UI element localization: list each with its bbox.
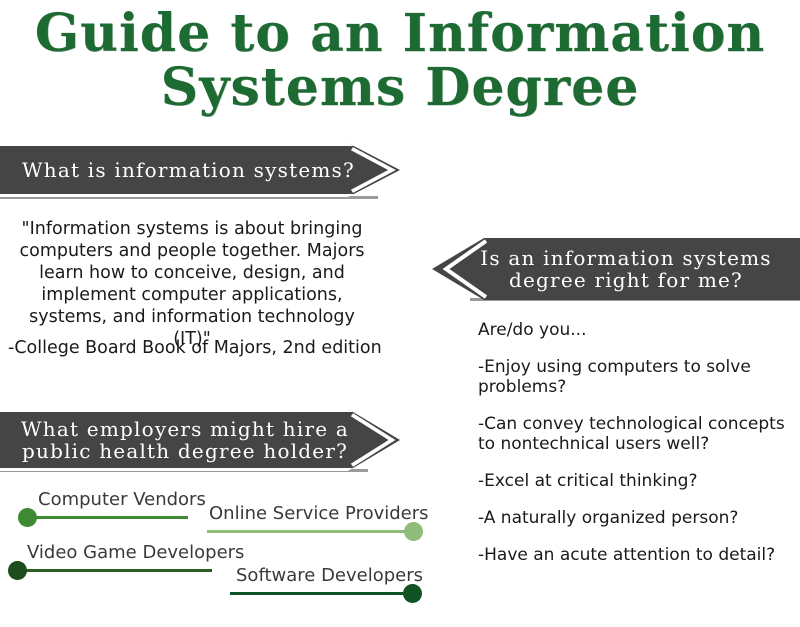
banner-what-is-information-systems: What is information systems? bbox=[0, 143, 400, 197]
employer-list: Computer Vendors Online Service Provider… bbox=[0, 480, 440, 610]
banner-edge-bottom bbox=[0, 194, 400, 197]
page-title-line-2: Systems Degree bbox=[0, 62, 800, 114]
employer-dot bbox=[8, 561, 27, 580]
employer-dot bbox=[18, 508, 37, 527]
employer-line bbox=[26, 516, 188, 519]
employer-label: Software Developers bbox=[236, 565, 424, 586]
employer-line bbox=[16, 569, 212, 572]
chevron-right-icon bbox=[350, 146, 396, 194]
checklist-item: -A naturally organized person? bbox=[478, 508, 739, 528]
chevron-right-icon bbox=[350, 412, 396, 468]
banner-edge-bottom bbox=[0, 468, 400, 471]
checklist-item: -Enjoy using computers to solve problems… bbox=[478, 357, 751, 397]
banner-edge-top bbox=[0, 409, 400, 412]
banner-what-is-label: What is information systems? bbox=[22, 157, 355, 182]
checklist-item: -Can convey technological concepts to no… bbox=[478, 414, 785, 454]
suitability-checklist: Are/do you... -Enjoy using computers to … bbox=[478, 320, 790, 582]
definition-quote: "Information systems is about bringing c… bbox=[19, 219, 365, 349]
employer-label: Online Service Providers bbox=[209, 503, 429, 524]
checklist-item: -Excel at critical thinking? bbox=[478, 471, 698, 491]
employer-item-computer-vendors: Computer Vendors bbox=[0, 480, 206, 527]
checklist-item: -Have an acute attention to detail? bbox=[478, 545, 776, 565]
employer-item-video-game-developers: Video Game Developers bbox=[0, 536, 244, 580]
page-title-line-1: Guide to an Information bbox=[0, 8, 800, 60]
employer-label: Video Game Developers bbox=[27, 542, 245, 563]
banner-what-employers-might-hire: What employers might hire a public healt… bbox=[0, 409, 400, 471]
employer-label: Computer Vendors bbox=[38, 489, 206, 510]
banner-employers-label: What employers might hire a public healt… bbox=[21, 416, 349, 463]
page-title: Guide to an Information Systems Degree bbox=[0, 8, 800, 114]
checklist-lead: Are/do you... bbox=[478, 320, 587, 340]
employer-line bbox=[230, 592, 412, 595]
employer-dot bbox=[403, 584, 422, 603]
employer-item-software-developers: Software Developers bbox=[228, 558, 430, 603]
employer-dot bbox=[404, 522, 423, 541]
banner-is-degree-right-for-me: Is an information systems degree right f… bbox=[432, 238, 800, 300]
banner-right-for-me-label: Is an information systems degree right f… bbox=[480, 245, 772, 292]
banner-edge-top bbox=[0, 143, 400, 146]
definition-attribution: -College Board Book of Majors, 2nd editi… bbox=[8, 338, 382, 358]
employer-item-online-service-providers: Online Service Providers bbox=[205, 494, 430, 541]
employer-line bbox=[207, 530, 413, 533]
